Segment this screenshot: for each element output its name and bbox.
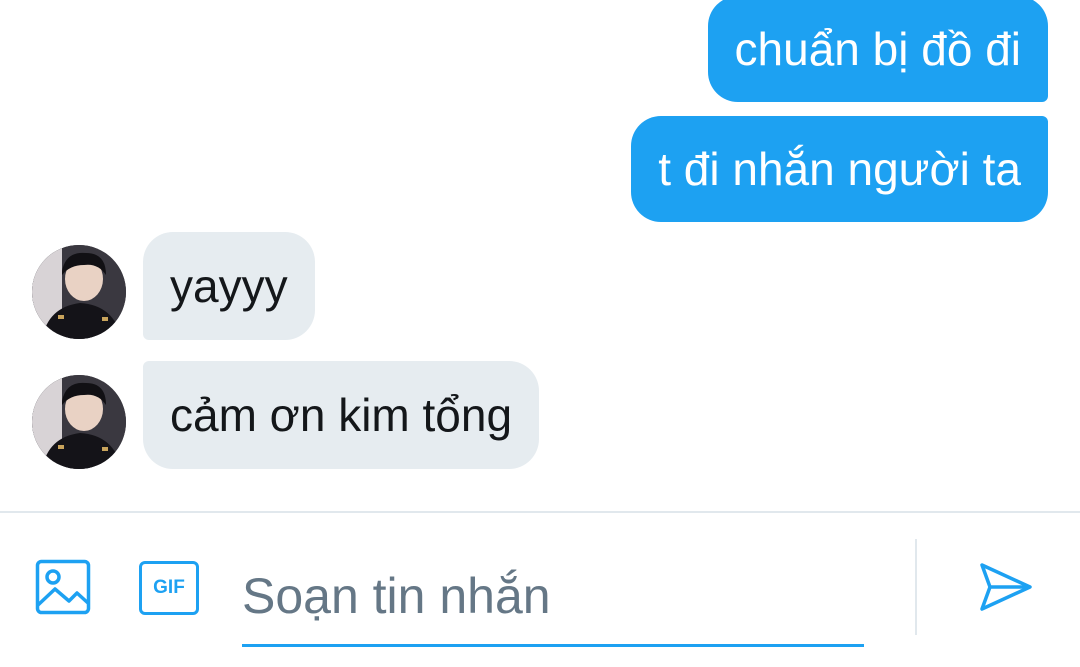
message-input[interactable] bbox=[242, 547, 864, 647]
incoming-message-bubble[interactable]: yayyy bbox=[143, 232, 315, 340]
incoming-message-bubble[interactable]: cảm ơn kim tổng bbox=[143, 361, 540, 469]
outgoing-message-bubble[interactable]: t đi nhắn người ta bbox=[631, 116, 1048, 222]
avatar-image bbox=[32, 375, 126, 469]
add-image-button[interactable] bbox=[35, 559, 91, 615]
add-gif-button[interactable]: GIF bbox=[139, 561, 199, 615]
avatar[interactable] bbox=[32, 245, 126, 339]
avatar-image bbox=[32, 245, 126, 339]
send-icon bbox=[980, 563, 1032, 611]
dm-conversation-screen: chuẩn bị đồ đi t đi nhắn người ta yayyy … bbox=[0, 0, 1080, 667]
gif-icon: GIF bbox=[139, 561, 199, 615]
send-button[interactable] bbox=[978, 559, 1034, 615]
outgoing-message-bubble[interactable]: chuẩn bị đồ đi bbox=[707, 0, 1048, 102]
message-composer: GIF bbox=[0, 513, 1080, 667]
avatar[interactable] bbox=[32, 375, 126, 469]
composer-vertical-divider bbox=[915, 539, 917, 635]
image-icon bbox=[35, 559, 91, 615]
